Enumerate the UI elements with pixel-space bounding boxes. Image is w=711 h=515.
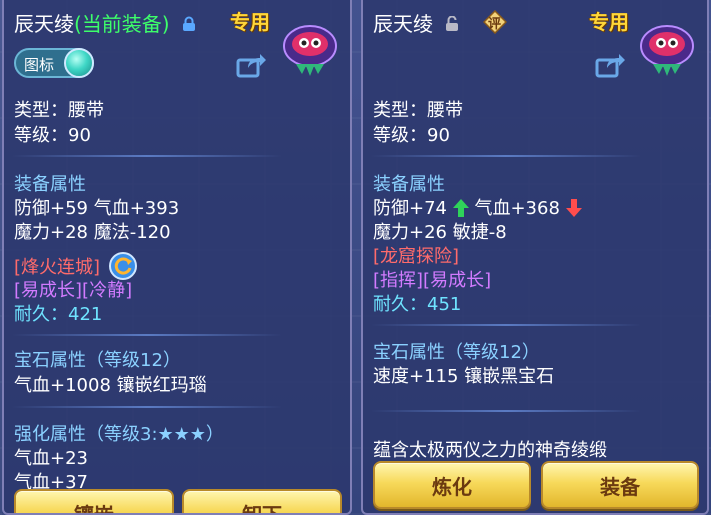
item-name: 辰天绫 xyxy=(14,12,74,36)
divider xyxy=(12,155,282,157)
divider xyxy=(371,324,641,326)
special-skill-text: [烽火连城] xyxy=(14,257,101,278)
item-title: 辰天绫 xyxy=(373,8,459,37)
unequip-button[interactable]: 卸下 xyxy=(182,489,342,513)
divider xyxy=(12,334,282,336)
durability: 耐久：451 xyxy=(373,290,461,316)
enhance-line-1: 气血+23 xyxy=(14,448,88,469)
special-effects: [指挥][易成长] xyxy=(373,270,492,291)
durability-label: 耐久： xyxy=(14,304,68,325)
attr-header: 装备属性 xyxy=(373,174,445,195)
refine-button[interactable]: 炼化 xyxy=(373,461,531,509)
attr-line-2: 魔力+28 魔法-120 xyxy=(14,222,171,243)
divider xyxy=(12,406,282,408)
item-name: 辰天绫 xyxy=(373,12,433,36)
gem-line: 速度+115 镶嵌黑宝石 xyxy=(373,366,555,387)
divider xyxy=(371,410,641,412)
equipped-item-panel: 辰天绫(当前装备) 专用 图标 类型：腰带 等级：90 装备属性 防御+59 气… xyxy=(2,0,352,515)
compared-item-panel: 辰天绫 评 专用 类型：腰带 等级：90 装备属性 防御+74 气血+368 魔… xyxy=(361,0,709,515)
attr-def: 防御+74 xyxy=(373,198,447,219)
special-skill: [龙窟探险] xyxy=(373,246,460,267)
inlay-button[interactable]: 镶嵌 xyxy=(14,489,174,513)
enhance-header: 强化属性（等级3:★★★） xyxy=(14,424,224,445)
down-arrow-icon xyxy=(565,199,582,217)
lock-icon[interactable] xyxy=(182,16,196,32)
durability: 耐久：421 xyxy=(14,300,102,326)
icon-toggle[interactable]: 图标 xyxy=(14,48,94,78)
item-level: 等级：90 xyxy=(14,125,91,146)
item-title: 辰天绫(当前装备) xyxy=(14,8,196,37)
share-icon[interactable] xyxy=(236,52,266,78)
durability-value: 451 xyxy=(427,294,462,315)
avatar-icon xyxy=(283,25,337,76)
item-type: 类型：腰带 xyxy=(373,100,463,121)
share-icon[interactable] xyxy=(595,52,625,78)
gem-line: 气血+1008 镶嵌红玛瑙 xyxy=(14,375,207,396)
durability-label: 耐久： xyxy=(373,294,427,315)
avatar-icon xyxy=(640,25,694,76)
attr-line-1: 防御+59 气血+393 xyxy=(14,198,180,219)
item-level: 等级：90 xyxy=(373,125,450,146)
equip-button[interactable]: 装备 xyxy=(541,461,699,509)
special-effects: [易成长][冷静] xyxy=(14,280,133,301)
exclusive-tag: 专用 xyxy=(589,10,629,34)
icon-toggle-label: 图标 xyxy=(24,56,55,74)
attr-hp: 气血+368 xyxy=(474,198,560,219)
unlock-icon[interactable] xyxy=(445,16,459,32)
gem-header: 宝石属性（等级12） xyxy=(373,342,540,363)
up-arrow-icon xyxy=(452,199,469,217)
attr-header: 装备属性 xyxy=(14,174,86,195)
attr-line-2: 魔力+26 敏捷-8 xyxy=(373,222,507,243)
toggle-knob-icon xyxy=(64,48,94,78)
attr-line-1: 防御+74 气血+368 xyxy=(373,194,582,220)
gem-header: 宝石属性（等级12） xyxy=(14,350,181,371)
ping-badge-label: 评 xyxy=(488,17,502,32)
durability-value: 421 xyxy=(68,304,103,325)
divider xyxy=(371,155,641,157)
current-equipped-tag: (当前装备) xyxy=(74,12,170,36)
ping-badge-icon[interactable]: 评 xyxy=(482,9,508,35)
item-type: 类型：腰带 xyxy=(14,100,104,121)
exclusive-tag: 专用 xyxy=(230,10,270,34)
item-description: 蕴含太极两仪之力的神奇绫缎 xyxy=(373,440,607,461)
